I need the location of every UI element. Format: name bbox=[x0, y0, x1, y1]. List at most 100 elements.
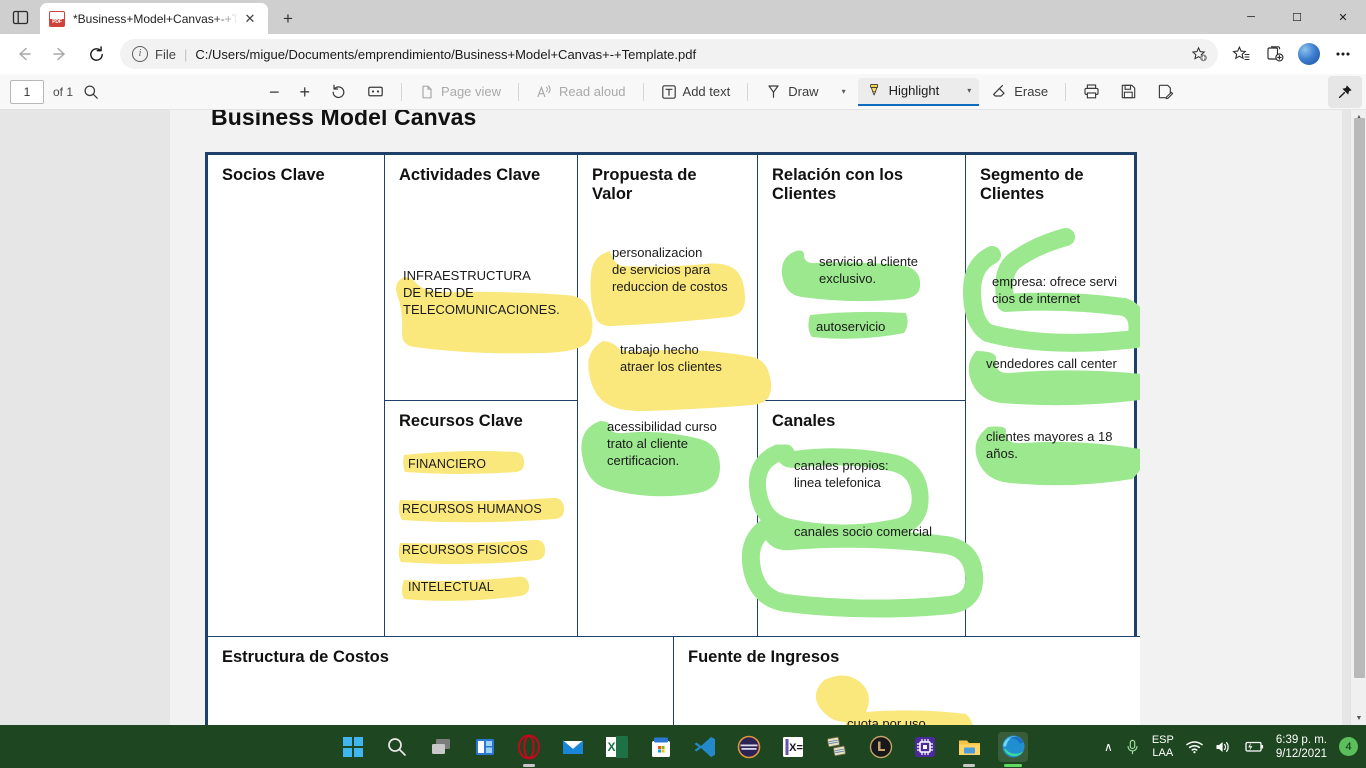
cell-propuesta-de-valor[interactable]: Propuesta de Valor bbox=[578, 155, 758, 636]
league-of-legends-app-button[interactable] bbox=[866, 732, 896, 762]
notes-app-button[interactable] bbox=[822, 732, 852, 762]
highlight-button[interactable]: Highlight ▾ bbox=[857, 77, 980, 106]
battery-charging-icon bbox=[1245, 741, 1263, 752]
excel-app-button[interactable]: X bbox=[602, 732, 632, 762]
cell-recursos-clave[interactable]: Recursos Clave bbox=[385, 401, 578, 636]
start-button[interactable] bbox=[338, 732, 368, 762]
cell-title-propuesta-de-valor: Propuesta de Valor bbox=[592, 166, 697, 203]
settings-and-more-button[interactable] bbox=[1326, 38, 1360, 70]
save-button[interactable] bbox=[1112, 78, 1145, 106]
clock[interactable]: 6:39 p. m. 9/12/2021 bbox=[1276, 733, 1327, 761]
add-favorite-icon[interactable] bbox=[1186, 41, 1212, 67]
cell-fuente-de-ingresos[interactable]: Fuente de Ingresos bbox=[674, 636, 1140, 725]
arrow-left-icon bbox=[19, 47, 31, 61]
profile-avatar bbox=[1298, 43, 1320, 65]
print-button[interactable] bbox=[1075, 78, 1108, 106]
battery-icon-wrap[interactable] bbox=[1244, 740, 1264, 753]
microphone-icon[interactable] bbox=[1125, 739, 1140, 755]
draw-label: Draw bbox=[788, 84, 819, 99]
favorites-button[interactable] bbox=[1224, 38, 1258, 70]
save-as-button[interactable] bbox=[1149, 78, 1182, 106]
highlighter-icon bbox=[869, 83, 878, 96]
pin-toolbar-button[interactable] bbox=[1328, 75, 1362, 108]
address-bar[interactable]: i File | C:/Users/migue/Documents/empren… bbox=[120, 39, 1218, 69]
fit-page-icon bbox=[368, 86, 383, 97]
pdf-viewer-canvas[interactable]: Business Model Canvas Socios Clave Activ… bbox=[0, 110, 1366, 725]
star-plus-icon bbox=[1191, 46, 1207, 61]
notes-app-icon bbox=[827, 736, 846, 756]
page-view-button[interactable]: Page view bbox=[411, 78, 509, 106]
xampp-app-button[interactable]: X= bbox=[778, 732, 808, 762]
zoom-in-button[interactable]: + bbox=[292, 78, 319, 106]
page-number-input[interactable] bbox=[10, 79, 44, 104]
rotate-icon bbox=[332, 84, 345, 99]
profile-button[interactable] bbox=[1292, 38, 1326, 70]
read-aloud-button[interactable]: Read aloud bbox=[528, 78, 634, 106]
cell-canales[interactable]: Canales bbox=[758, 401, 966, 636]
excel-icon: X bbox=[606, 735, 628, 758]
taskbar-search-button[interactable] bbox=[382, 732, 412, 762]
page-title: Business Model Canvas bbox=[211, 110, 477, 130]
file-explorer-button[interactable] bbox=[954, 732, 984, 762]
search-button[interactable] bbox=[75, 78, 107, 106]
window-minimize-button[interactable]: ─ bbox=[1228, 0, 1274, 34]
sidebar-toggle-button[interactable] bbox=[0, 0, 40, 34]
notification-badge[interactable]: 4 bbox=[1339, 737, 1358, 756]
wifi-status-icon[interactable] bbox=[1186, 740, 1203, 754]
note-vendedores-call-center: vendedores call center bbox=[986, 356, 1117, 371]
fit-to-width-button[interactable] bbox=[359, 78, 392, 106]
cell-estructura-de-costos[interactable]: Estructura de Costos bbox=[208, 636, 674, 725]
eraser-icon bbox=[993, 84, 1005, 97]
scrollbar-thumb[interactable] bbox=[1354, 118, 1365, 678]
back-button[interactable] bbox=[6, 38, 42, 70]
note-servicio-exclusivo: servicio al cliente exclusivo. bbox=[819, 254, 918, 286]
widgets-button[interactable] bbox=[470, 732, 500, 762]
chevron-down-icon: ▾ bbox=[841, 87, 846, 96]
highlight-chevron-down-icon[interactable]: ▾ bbox=[967, 86, 971, 95]
rotate-button[interactable] bbox=[322, 78, 355, 106]
refresh-button[interactable] bbox=[78, 38, 114, 70]
window-close-button[interactable]: ✕ bbox=[1320, 0, 1366, 34]
clock-time: 6:39 p. m. bbox=[1275, 733, 1327, 746]
read-aloud-icon bbox=[537, 84, 551, 97]
vscode-app-button[interactable] bbox=[690, 732, 720, 762]
forward-button[interactable] bbox=[42, 38, 78, 70]
draw-options-button[interactable]: ▾ bbox=[831, 78, 854, 106]
toolbar-divider-5 bbox=[1065, 82, 1067, 101]
cell-socios-clave[interactable]: Socios Clave bbox=[208, 155, 385, 636]
tab-title: *Business+Model+Canvas+-+Te bbox=[73, 11, 238, 26]
cell-segmento-de-clientes[interactable]: Segmento de Clientes bbox=[966, 155, 1134, 636]
collections-button[interactable] bbox=[1258, 38, 1292, 70]
window-maximize-button[interactable]: ☐ bbox=[1274, 0, 1320, 34]
tray-expand-chevron-icon[interactable]: ∧ bbox=[1104, 740, 1113, 754]
erase-button[interactable]: Erase bbox=[983, 78, 1056, 106]
browser-tab[interactable]: *Business+Model+Canvas+-+Te ✕ bbox=[40, 3, 268, 34]
processor-app-button[interactable] bbox=[910, 732, 940, 762]
eclipse-app-button[interactable] bbox=[734, 732, 764, 762]
note-financiero: FINANCIERO bbox=[408, 457, 487, 471]
page-total-label: of 1 bbox=[53, 84, 74, 99]
ellipsis-icon bbox=[1336, 52, 1350, 56]
site-info-icon[interactable]: i bbox=[132, 46, 148, 62]
mail-app-button[interactable] bbox=[558, 732, 588, 762]
zoom-out-button[interactable]: − bbox=[261, 78, 288, 106]
arrow-right-icon bbox=[53, 47, 65, 61]
vertical-scrollbar[interactable]: ▲ ▼ bbox=[1350, 110, 1366, 725]
scroll-down-arrow[interactable]: ▼ bbox=[1351, 711, 1366, 725]
new-tab-button[interactable]: + bbox=[272, 3, 304, 34]
task-view-button[interactable] bbox=[426, 732, 456, 762]
add-text-button[interactable]: Add text bbox=[653, 78, 739, 106]
microsoft-store-button[interactable] bbox=[646, 732, 676, 762]
volume-icon-wrap[interactable] bbox=[1215, 740, 1232, 754]
microsoft-edge-button[interactable] bbox=[998, 731, 1028, 762]
note-infraestructura: INFRAESTRUCTURA DE RED DE TELECOMUNICACI… bbox=[403, 268, 560, 317]
cell-title-recursos-clave: Recursos Clave bbox=[399, 412, 523, 430]
opera-app-button[interactable] bbox=[514, 732, 544, 762]
tab-close-button[interactable]: ✕ bbox=[238, 7, 262, 31]
language-indicator[interactable]: ESP LAA bbox=[1152, 734, 1174, 760]
search-icon bbox=[388, 737, 406, 756]
note-empresa-servicios: empresa: ofrece servi cios de internet bbox=[992, 274, 1117, 306]
note-autoservicio: autoservicio bbox=[816, 319, 886, 334]
draw-button[interactable]: Draw bbox=[757, 78, 826, 106]
toolbar-divider-2 bbox=[518, 82, 520, 101]
